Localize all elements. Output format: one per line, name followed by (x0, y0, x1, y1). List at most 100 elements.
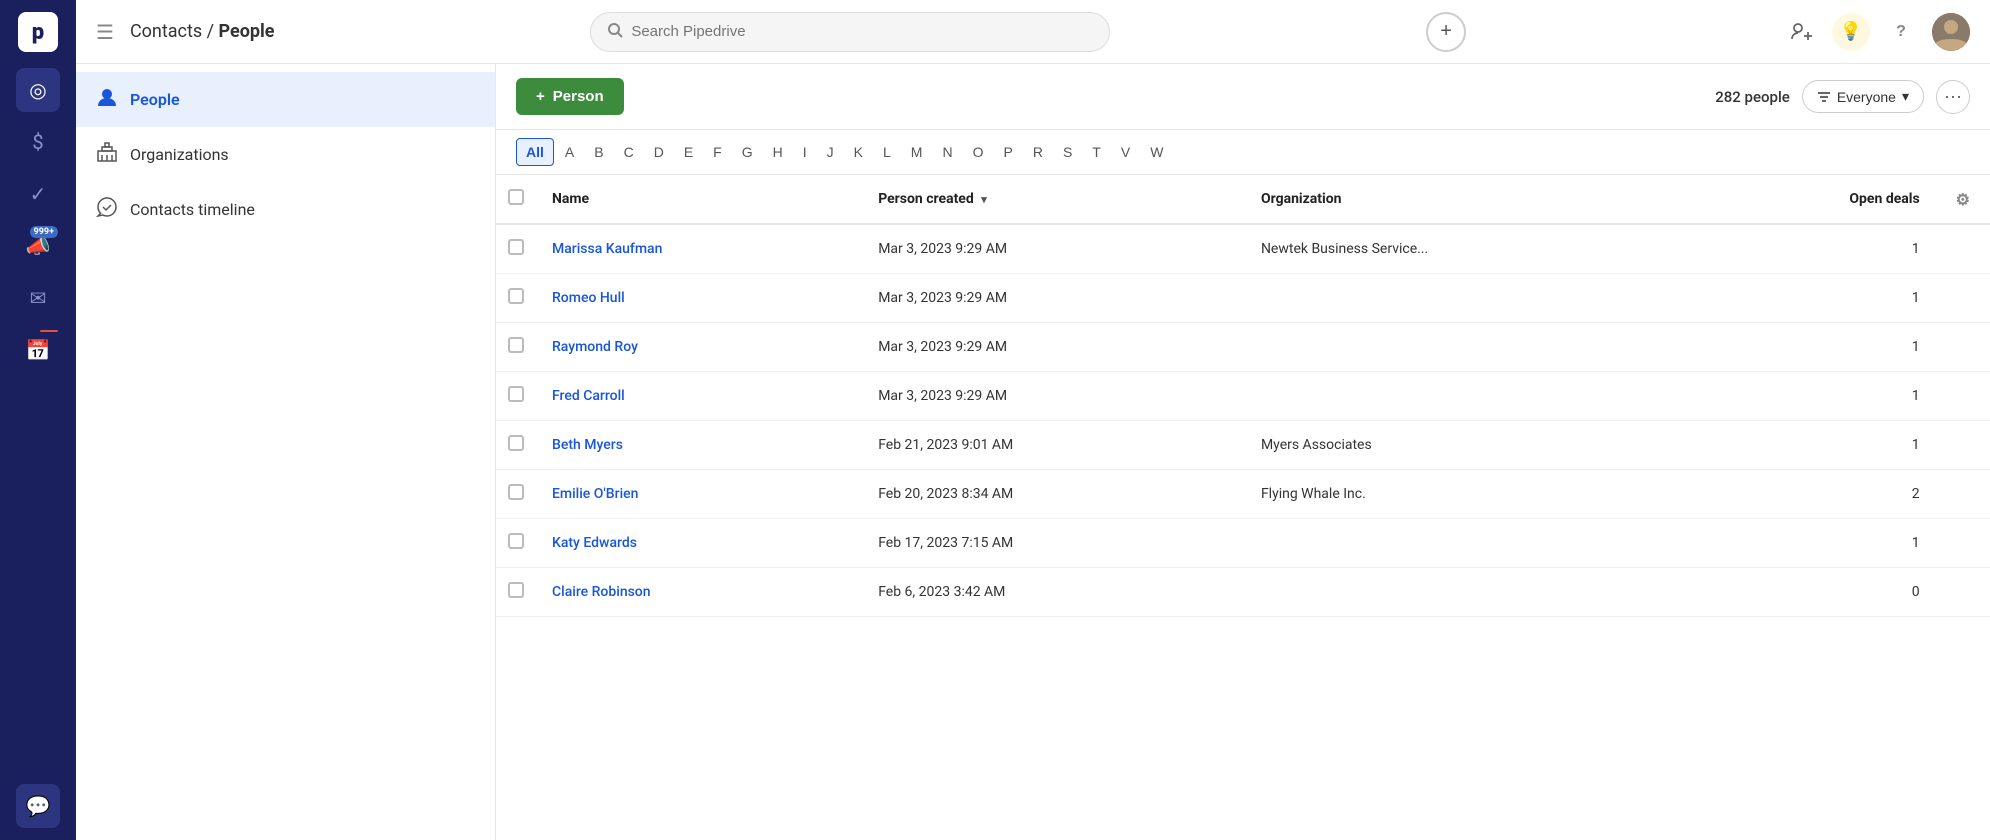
alpha-btn-v[interactable]: V (1112, 139, 1139, 165)
people-table: Name Person created ▾ Organization Open … (496, 175, 1990, 617)
breadcrumb: Contacts / People (130, 21, 275, 42)
person-name-cell[interactable]: Katy Edwards (536, 519, 862, 568)
person-name-cell[interactable]: Romeo Hull (536, 274, 862, 323)
tips-button[interactable]: 💡 (1832, 13, 1870, 51)
open-deals-cell: 1 (1701, 224, 1935, 274)
add-button[interactable]: + (1426, 12, 1466, 52)
contacts-timeline-icon (96, 196, 118, 223)
alpha-btn-g[interactable]: G (733, 139, 762, 165)
menu-toggle[interactable]: ☰ (96, 20, 114, 44)
alpha-btn-e[interactable]: E (675, 139, 702, 165)
alpha-btn-c[interactable]: C (615, 139, 643, 165)
col-header-open-deals[interactable]: Open deals (1701, 175, 1935, 224)
alpha-btn-b[interactable]: B (585, 139, 612, 165)
search-input[interactable] (631, 23, 1093, 40)
person-created-cell: Feb 20, 2023 8:34 AM (862, 470, 1245, 519)
alpha-btn-s[interactable]: S (1054, 139, 1081, 165)
row-checkbox[interactable] (508, 435, 524, 451)
add-person-button[interactable]: + Person (516, 78, 624, 115)
row-checkbox[interactable] (508, 533, 524, 549)
alpha-btn-f[interactable]: F (704, 139, 731, 165)
nav-item-people[interactable]: People (76, 72, 495, 127)
table-settings-icon[interactable]: ⚙ (1952, 186, 1974, 213)
alpha-btn-n[interactable]: N (933, 139, 961, 165)
col-header-name[interactable]: Name (536, 175, 862, 224)
filter-label: Everyone (1837, 89, 1896, 105)
row-checkbox[interactable] (508, 239, 524, 255)
sidebar-item-deals[interactable]: $ (16, 120, 60, 164)
col-header-organization[interactable]: Organization (1245, 175, 1701, 224)
alpha-btn-d[interactable]: D (645, 139, 673, 165)
organization-cell (1245, 568, 1701, 617)
alpha-btn-o[interactable]: O (964, 139, 993, 165)
person-name-cell[interactable]: Beth Myers (536, 421, 862, 470)
alpha-btn-h[interactable]: H (764, 139, 792, 165)
right-panel: + Person 282 people Everyone ▾ (496, 64, 1990, 840)
open-deals-cell: 2 (1701, 470, 1935, 519)
person-created-cell: Mar 3, 2023 9:29 AM (862, 372, 1245, 421)
row-checkbox[interactable] (508, 288, 524, 304)
sidebar-item-inbox[interactable]: ✉ (16, 276, 60, 320)
avatar[interactable] (1932, 13, 1970, 51)
row-checkbox[interactable] (508, 337, 524, 353)
organization-cell: Flying Whale Inc. (1245, 470, 1701, 519)
person-name-cell[interactable]: Marissa Kaufman (536, 224, 862, 274)
row-checkbox[interactable] (508, 582, 524, 598)
alpha-btn-j[interactable]: J (818, 139, 843, 165)
sidebar-item-calendar[interactable]: 📅 (16, 328, 60, 372)
alpha-btn-k[interactable]: K (845, 139, 872, 165)
person-created-cell: Feb 6, 2023 3:42 AM (862, 568, 1245, 617)
person-created-cell: Mar 3, 2023 9:29 AM (862, 323, 1245, 372)
person-name-cell[interactable]: Fred Carroll (536, 372, 862, 421)
open-deals-cell: 1 (1701, 372, 1935, 421)
row-checkbox[interactable] (508, 386, 524, 402)
open-deals-cell: 1 (1701, 421, 1935, 470)
logo-button[interactable]: p (18, 12, 58, 52)
filter-everyone-button[interactable]: Everyone ▾ (1802, 80, 1924, 113)
add-person-label: Person (553, 88, 604, 105)
person-created-cell: Feb 21, 2023 9:01 AM (862, 421, 1245, 470)
person-created-cell: Feb 17, 2023 7:15 AM (862, 519, 1245, 568)
person-created-cell: Mar 3, 2023 9:29 AM (862, 274, 1245, 323)
organization-cell (1245, 323, 1701, 372)
open-deals-cell: 0 (1701, 568, 1935, 617)
alpha-btn-w[interactable]: W (1141, 139, 1172, 165)
contacts-icon: ◎ (29, 78, 46, 102)
person-name-cell[interactable]: Raymond Roy (536, 323, 862, 372)
calendar-badge (40, 330, 58, 332)
person-name-cell[interactable]: Claire Robinson (536, 568, 862, 617)
add-person-plus: + (536, 88, 545, 105)
tips-icon: 💡 (1840, 21, 1862, 42)
main-area: ☰ Contacts / People + (76, 0, 1990, 840)
sidebar-item-campaigns[interactable]: 📣 999+ (16, 224, 60, 268)
alpha-btn-i[interactable]: I (794, 139, 816, 165)
help-icon: ? (1896, 23, 1906, 41)
open-deals-cell: 1 (1701, 274, 1935, 323)
col-header-person-created[interactable]: Person created ▾ (862, 175, 1245, 224)
alpha-btn-all[interactable]: All (516, 138, 554, 166)
alpha-btn-t[interactable]: T (1083, 139, 1110, 165)
person-name-cell[interactable]: Emilie O'Brien (536, 470, 862, 519)
alpha-btn-p[interactable]: P (994, 139, 1021, 165)
sidebar-item-chat[interactable]: 💬 (16, 784, 60, 828)
table-row: Raymond Roy Mar 3, 2023 9:29 AM 1 (496, 323, 1990, 372)
alpha-btn-r[interactable]: R (1024, 139, 1052, 165)
alpha-btn-m[interactable]: M (902, 139, 932, 165)
help-button[interactable]: ? (1882, 13, 1920, 51)
alpha-btn-a[interactable]: A (556, 139, 583, 165)
chat-icon: 💬 (26, 794, 51, 818)
nav-item-people-label: People (130, 90, 180, 109)
alpha-btn-l[interactable]: L (874, 139, 900, 165)
nav-item-organizations[interactable]: Organizations (76, 127, 495, 182)
col-header-settings[interactable]: ⚙ (1936, 175, 1990, 224)
sidebar-item-contacts[interactable]: ◎ (16, 68, 60, 112)
header-right: 💡 ? (1782, 13, 1970, 51)
add-contact-button[interactable] (1782, 13, 1820, 51)
select-all-header[interactable] (496, 175, 536, 224)
sidebar-item-tasks[interactable]: ✓ (16, 172, 60, 216)
nav-item-contacts-timeline[interactable]: Contacts timeline (76, 182, 495, 237)
people-icon (96, 86, 118, 113)
more-options-button[interactable]: ··· (1936, 80, 1970, 114)
select-all-checkbox[interactable] (508, 189, 524, 205)
row-checkbox[interactable] (508, 484, 524, 500)
